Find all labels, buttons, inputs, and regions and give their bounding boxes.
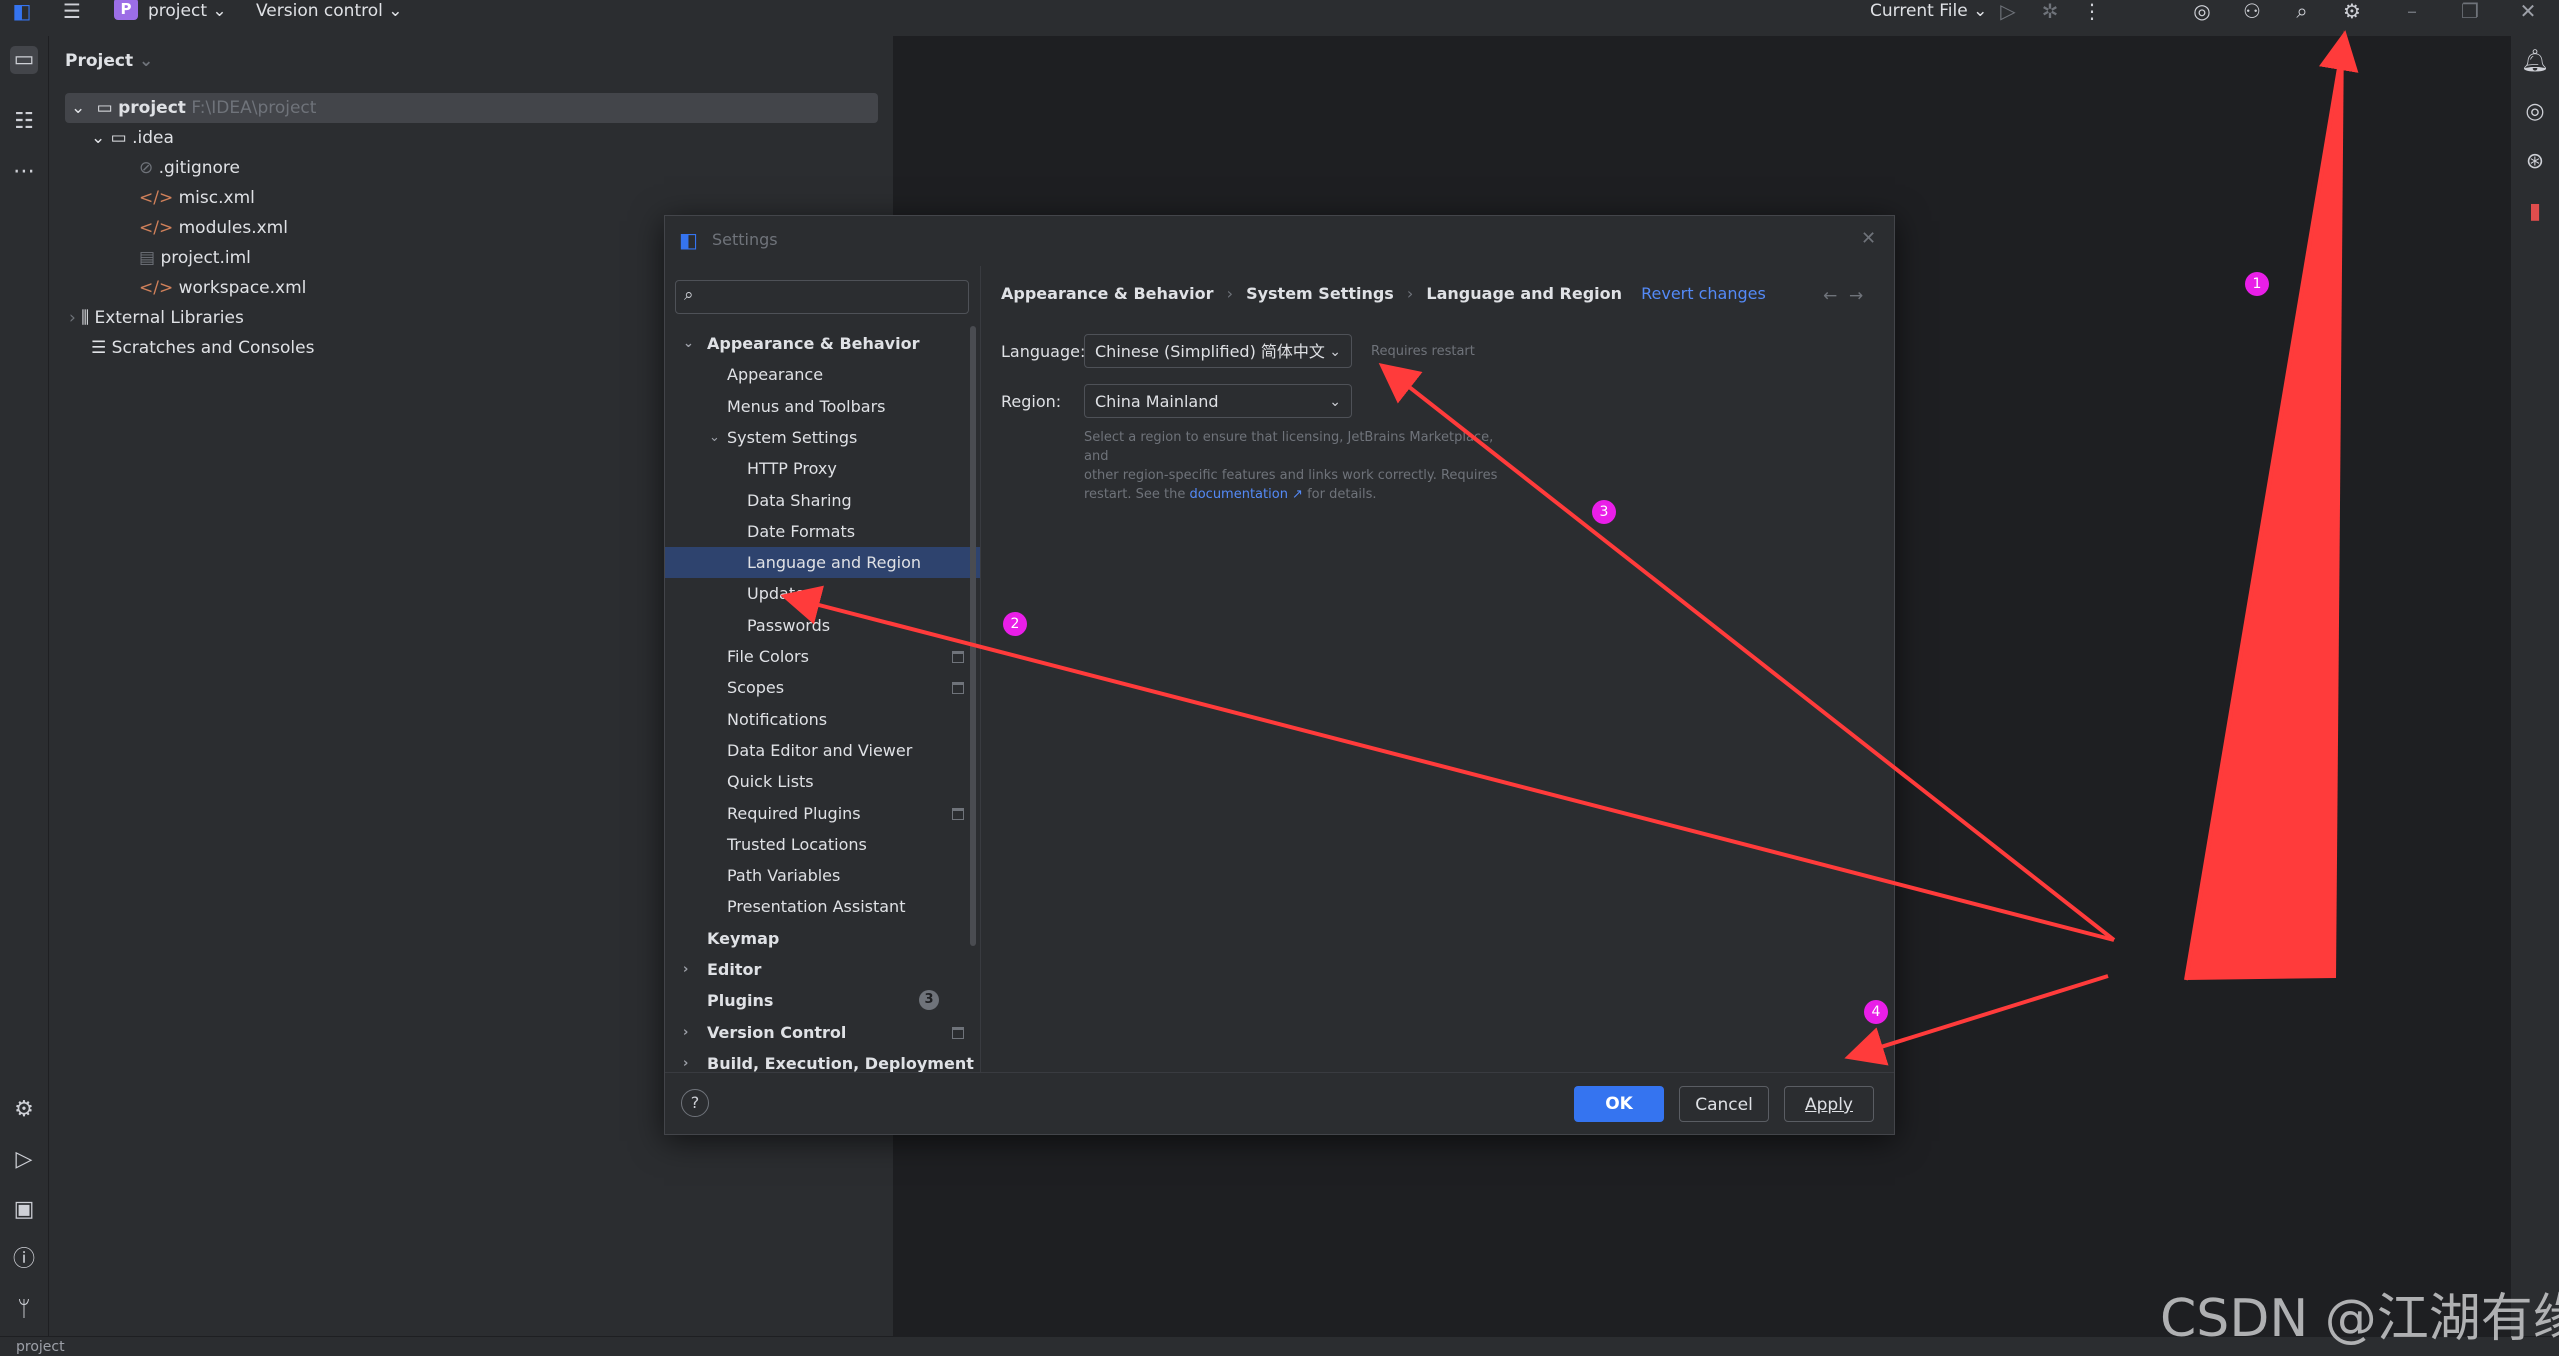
callout-1: 1 — [2245, 272, 2269, 296]
callout-4: 4 — [1864, 1000, 1888, 1024]
callout-3: 3 — [1592, 500, 1616, 524]
callout-2: 2 — [1003, 612, 1027, 636]
annotation-arrows — [780, 30, 2359, 1066]
status-project[interactable]: project — [16, 1339, 65, 1355]
arrow-3-line — [1378, 363, 2116, 942]
arrow-2-line — [780, 585, 2115, 942]
watermark: CSDN @江湖有缘 — [2160, 1289, 2559, 1349]
arrow-4-line — [1844, 974, 2109, 1066]
